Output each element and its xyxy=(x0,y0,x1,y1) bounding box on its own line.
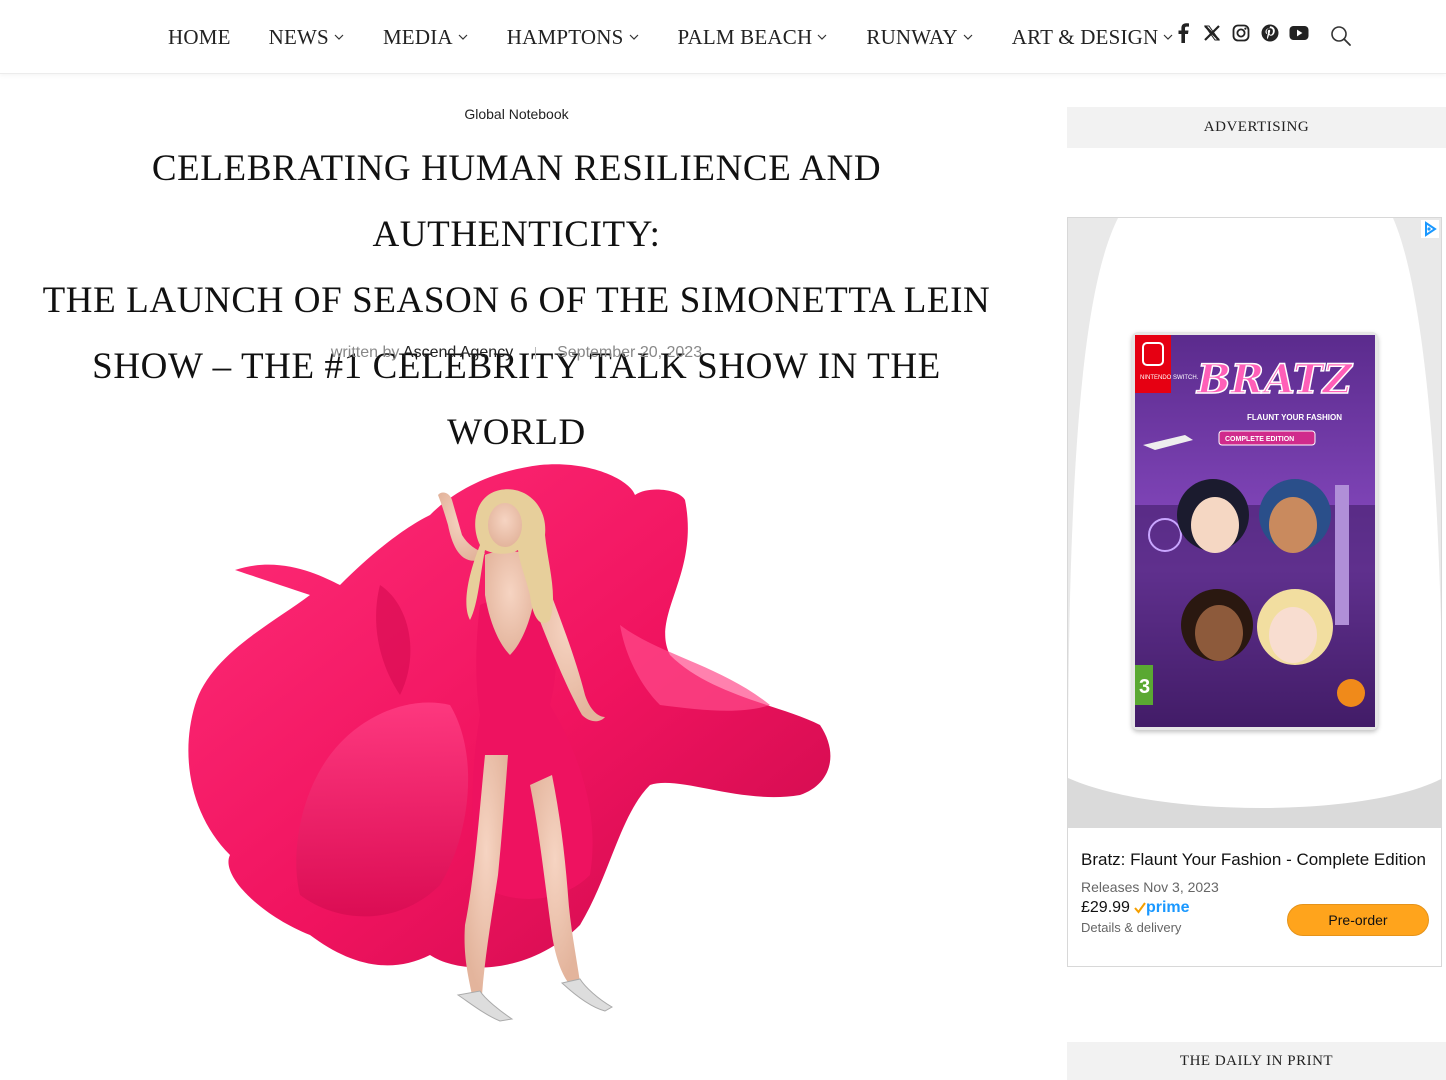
nav-item-label: NEWS xyxy=(268,24,329,49)
social-links xyxy=(1172,22,1317,44)
ad-product-title[interactable]: Bratz: Flaunt Your Fashion - Complete Ed… xyxy=(1081,850,1431,870)
nav-item-home[interactable]: HOME xyxy=(168,25,231,50)
chevron-down-icon xyxy=(629,34,638,40)
title-line: Celebrating Human Resilience and Authent… xyxy=(151,148,882,255)
article-category[interactable]: Global Notebook xyxy=(0,106,1033,122)
prime-check-icon xyxy=(1134,902,1146,914)
box-logo: BRATZ xyxy=(1196,356,1354,403)
chevron-down-icon xyxy=(963,34,973,40)
ad-price: £29.99 xyxy=(1081,899,1130,916)
publish-date: September 20, 2023 xyxy=(557,344,703,361)
chevron-down-icon xyxy=(817,34,827,40)
search-icon[interactable] xyxy=(1330,25,1352,47)
pinterest-icon[interactable] xyxy=(1259,22,1281,44)
article-title: Celebrating Human Resilience and Authent… xyxy=(20,136,1013,466)
product-image[interactable]: NINTENDO SWITCH. BRATZ FLAUNT YOUR FASHI… xyxy=(1132,332,1378,730)
daily-in-print-label: THE DAILY IN PRINT xyxy=(1179,1052,1334,1069)
nav-item-label: RUNWAY xyxy=(866,24,958,49)
chevron-down-icon xyxy=(334,34,344,40)
hero-image xyxy=(188,464,831,1022)
chevron-down-icon xyxy=(458,34,468,40)
nav-item-label: ART & DESIGN xyxy=(1011,24,1159,49)
nav-item-label: PALM BEACH xyxy=(677,24,813,49)
nav-item-media[interactable]: MEDIA xyxy=(383,25,469,50)
nav-item-label: HAMPTONS xyxy=(506,24,624,49)
amazon-ad[interactable]: NINTENDO SWITCH. BRATZ FLAUNT YOUR FASHI… xyxy=(1067,217,1442,967)
daily-in-print-header: THE DAILY IN PRINT xyxy=(1067,1042,1446,1080)
advertising-label: ADVERTISING xyxy=(1203,119,1310,135)
box-rating: 3 xyxy=(1139,676,1150,698)
box-subtitle: FLAUNT YOUR FASHION xyxy=(1247,413,1342,422)
nav-item-runway[interactable]: RUNWAY xyxy=(866,25,973,50)
site-header: HOME NEWS MEDIA HAMPTONS PALM BEACH RUNW… xyxy=(0,0,1446,74)
facebook-icon[interactable] xyxy=(1172,22,1194,44)
author-link[interactable]: Ascend Agency xyxy=(403,344,513,361)
preorder-button[interactable]: Pre-order xyxy=(1287,904,1429,936)
advertising-header: ADVERTISING xyxy=(1067,107,1446,148)
bratz-cover-art: NINTENDO SWITCH. BRATZ FLAUNT YOUR FASHI… xyxy=(1135,335,1375,727)
prime-label: prime xyxy=(1145,899,1190,916)
title-line: The Launch of Season 6 of The Simonetta … xyxy=(42,280,991,321)
category-link[interactable]: Global Notebook xyxy=(464,106,568,122)
nav-item-news[interactable]: NEWS xyxy=(269,25,345,50)
x-icon[interactable] xyxy=(1201,22,1223,44)
instagram-icon[interactable] xyxy=(1230,22,1252,44)
article-meta: written by Ascend Agency September 20, 2… xyxy=(0,344,1033,362)
youtube-icon[interactable] xyxy=(1288,22,1310,44)
box-brand: NINTENDO SWITCH. xyxy=(1140,375,1199,381)
main-nav: HOME NEWS MEDIA HAMPTONS PALM BEACH RUNW… xyxy=(168,0,1212,74)
prime-badge: prime xyxy=(1134,899,1190,917)
nav-item-art-design[interactable]: ART & DESIGN xyxy=(1012,25,1175,50)
nav-item-palm-beach[interactable]: PALM BEACH xyxy=(678,25,829,50)
nav-item-hamptons[interactable]: HAMPTONS xyxy=(507,25,640,50)
nav-item-label: MEDIA xyxy=(382,24,453,49)
meta-divider xyxy=(534,346,536,359)
preorder-label: Pre-order xyxy=(1328,912,1388,928)
ad-release-date: Releases Nov 3, 2023 xyxy=(1081,879,1219,895)
nav-item-label: HOME xyxy=(168,24,231,49)
box-edition: COMPLETE EDITION xyxy=(1225,436,1294,443)
ad-choices-icon[interactable] xyxy=(1421,220,1439,238)
written-by-label: written by xyxy=(330,344,400,361)
